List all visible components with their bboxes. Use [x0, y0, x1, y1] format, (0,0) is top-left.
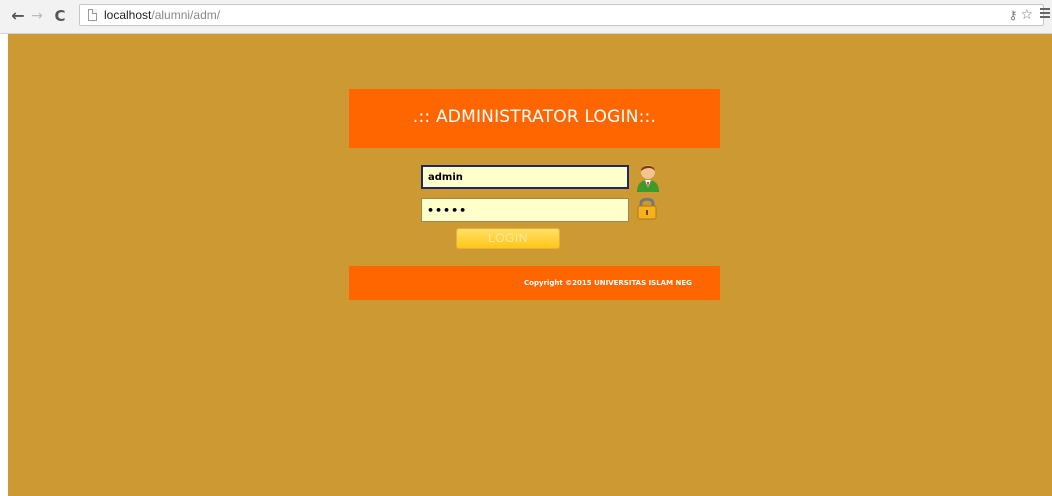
user-icon	[637, 165, 659, 192]
url-path: /alumni/adm/	[151, 8, 221, 22]
login-header: .:: ADMINISTRATOR LOGIN::.	[349, 89, 720, 148]
password-input[interactable]	[421, 198, 629, 222]
footer-bar: Copyright ©2015 UNIVERSITAS ISLAM NEG	[349, 266, 720, 300]
login-button[interactable]: LOGIN	[456, 228, 560, 249]
url-text[interactable]: localhost/alumni/adm/	[104, 7, 220, 23]
address-bar[interactable]: localhost/alumni/adm/	[79, 4, 1044, 26]
reload-icon[interactable]: C	[51, 6, 69, 26]
star-icon[interactable]: ☆	[1020, 6, 1033, 24]
key-icon[interactable]: ⚷	[1009, 6, 1018, 24]
lock-icon	[637, 197, 657, 220]
hamburger-menu-icon[interactable]	[1040, 8, 1050, 20]
back-arrow-icon[interactable]: ←	[10, 6, 26, 26]
forward-arrow-icon[interactable]: →	[29, 6, 45, 26]
page-viewport: .:: ADMINISTRATOR LOGIN::. LOGIN Copyrig…	[8, 34, 1052, 496]
page-icon	[88, 9, 97, 21]
copyright-text: Copyright ©2015 UNIVERSITAS ISLAM NEG	[524, 279, 692, 287]
url-host: localhost	[104, 8, 152, 22]
browser-toolbar: ← → C localhost/alumni/adm/ ⚷ ☆	[0, 0, 1052, 34]
toolbar-right-icons: ⚷ ☆	[1009, 6, 1036, 24]
username-input[interactable]	[421, 165, 629, 189]
